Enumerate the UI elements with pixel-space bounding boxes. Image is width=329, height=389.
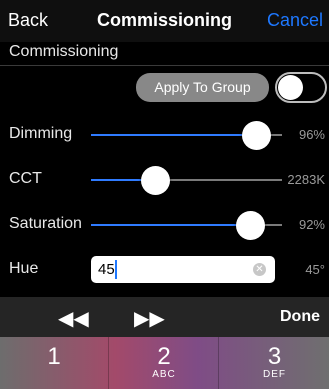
navigation-bar: Back Commissioning Cancel <box>0 0 329 42</box>
section-title: Commissioning <box>9 43 119 60</box>
key-digit: 3 <box>267 343 282 370</box>
dimming-slider-fill <box>91 134 256 136</box>
fast-forward-icon[interactable]: ▶▶ <box>134 306 165 331</box>
hue-input[interactable]: 45 ✕ <box>91 256 275 283</box>
hue-value: 45° <box>305 262 325 277</box>
cct-label: CCT <box>9 170 42 187</box>
key-digit: 1 <box>47 343 61 370</box>
cct-value: 2283K <box>287 172 325 187</box>
toggle-knob <box>278 75 303 100</box>
saturation-row: Saturation 92% <box>0 207 329 243</box>
text-cursor <box>115 260 117 279</box>
hue-input-value: 45 <box>98 261 115 278</box>
apply-to-group-toggle[interactable] <box>275 72 327 103</box>
key-letters: ABC <box>152 369 176 380</box>
dimming-slider-thumb[interactable] <box>241 121 271 150</box>
key-letters: DEF <box>263 369 286 380</box>
cancel-button[interactable]: Cancel <box>267 10 323 31</box>
saturation-slider-fill <box>91 224 250 226</box>
dimming-row: Dimming 96% <box>0 117 329 153</box>
dimming-label: Dimming <box>9 125 73 142</box>
keyboard-accessory-bar: ◀◀ ▶▶ Done <box>0 297 329 337</box>
section-header: Commissioning <box>0 42 329 66</box>
hue-label: Hue <box>9 260 39 277</box>
cct-slider-track[interactable] <box>91 179 282 181</box>
done-button[interactable]: Done <box>280 308 320 326</box>
key-2[interactable]: 2 ABC <box>110 337 219 389</box>
rewind-icon[interactable]: ◀◀ <box>58 306 89 331</box>
saturation-value: 92% <box>298 217 325 232</box>
clear-icon[interactable]: ✕ <box>253 263 266 276</box>
key-1[interactable]: 1 <box>0 337 109 389</box>
key-3[interactable]: 3 DEF <box>220 337 329 389</box>
apply-to-group-button[interactable]: Apply To Group <box>136 73 269 102</box>
saturation-slider-thumb[interactable] <box>235 211 265 240</box>
dimming-value: 96% <box>298 127 325 142</box>
cct-slider-thumb[interactable] <box>140 166 170 195</box>
key-digit: 2 <box>157 343 171 370</box>
saturation-label: Saturation <box>9 215 82 232</box>
numeric-keypad: 1 2 ABC 3 DEF <box>0 337 329 389</box>
cct-row: CCT 2283K <box>0 162 329 198</box>
